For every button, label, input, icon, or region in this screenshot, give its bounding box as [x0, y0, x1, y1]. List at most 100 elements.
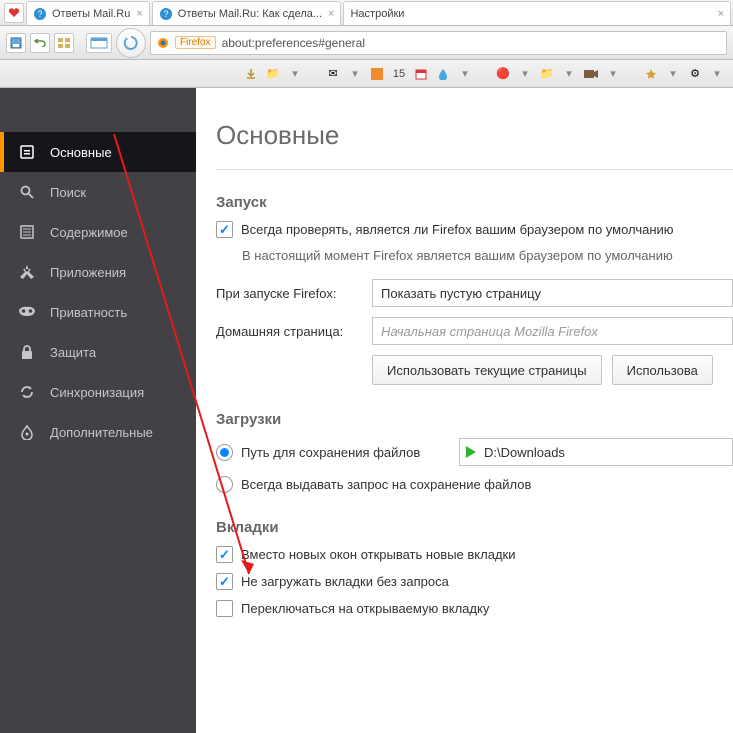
- field-label: При запуске Firefox:: [216, 286, 364, 301]
- homepage-input[interactable]: Начальная страница Mozilla Firefox: [372, 317, 733, 345]
- browser-tab[interactable]: ? Ответы Mail.Ru: Как сдела... ×: [152, 1, 342, 25]
- mail-ru-icon: ?: [33, 7, 47, 21]
- address-bar[interactable]: Firefox about:preferences#general: [150, 31, 727, 55]
- section-heading: Вкладки: [216, 519, 733, 536]
- browser-tab[interactable]: ? Ответы Mail.Ru ×: [26, 1, 150, 25]
- section-tabs: Вкладки Вместо новых окон открывать новы…: [216, 519, 733, 617]
- checkbox-label: Вместо новых окон открывать новые вкладк…: [241, 547, 516, 562]
- chevron-down-icon[interactable]: ▾: [347, 66, 363, 82]
- window-icon: [90, 37, 108, 49]
- download-path-value: D:\Downloads: [484, 445, 565, 460]
- input-placeholder: Начальная страница Mozilla Firefox: [381, 324, 598, 339]
- sidebar-item-advanced[interactable]: Дополнительные: [0, 412, 196, 452]
- star-icon[interactable]: [643, 66, 659, 82]
- preferences-main: Основные Запуск Всегда проверять, являет…: [196, 88, 733, 733]
- radio-always-ask[interactable]: [216, 476, 233, 493]
- sidebar-item-security[interactable]: Защита: [0, 332, 196, 372]
- red-dot-icon[interactable]: 🔴: [495, 66, 511, 82]
- svg-text:?: ?: [37, 9, 42, 19]
- section-heading: Загрузки: [216, 411, 733, 428]
- chevron-down-icon[interactable]: ▾: [457, 66, 473, 82]
- play-icon: [466, 446, 476, 458]
- section-downloads: Загрузки Путь для сохранения файлов D:\D…: [216, 411, 733, 493]
- checkbox-default-browser[interactable]: [216, 221, 233, 238]
- checkbox-dont-load[interactable]: [216, 573, 233, 590]
- search-icon: [18, 183, 36, 201]
- sidebar-item-label: Основные: [50, 145, 112, 160]
- section-heading: Запуск: [216, 194, 733, 211]
- reload-icon: [123, 35, 139, 51]
- sidebar-item-content[interactable]: Содержимое: [0, 212, 196, 252]
- mail-icon[interactable]: ✉: [325, 66, 341, 82]
- folder-icon[interactable]: 📁: [265, 66, 281, 82]
- radio-save-to-path[interactable]: [216, 444, 233, 461]
- use-current-pages-button[interactable]: Использовать текущие страницы: [372, 355, 602, 385]
- checkbox-open-new-tabs[interactable]: [216, 546, 233, 563]
- sidebar-item-applications[interactable]: Приложения: [0, 252, 196, 292]
- sidebar-item-label: Содержимое: [50, 225, 128, 240]
- use-bookmark-button[interactable]: Использова: [612, 355, 713, 385]
- gear-icon[interactable]: ⚙: [687, 66, 703, 82]
- button-label: Использова: [627, 363, 698, 378]
- sidebar-item-label: Поиск: [50, 185, 86, 200]
- sidebar-item-label: Синхронизация: [50, 385, 144, 400]
- close-icon[interactable]: ×: [328, 8, 334, 20]
- close-icon[interactable]: ×: [718, 8, 724, 20]
- sync-icon: [18, 383, 36, 401]
- calendar-icon[interactable]: [413, 66, 429, 82]
- reload-button[interactable]: [116, 28, 146, 58]
- save-button[interactable]: [6, 33, 26, 53]
- address-url: about:preferences#general: [222, 36, 720, 50]
- preferences-sidebar: Основные Поиск Содержимое Приложения При…: [0, 88, 196, 733]
- sidebar-item-label: Защита: [50, 345, 96, 360]
- browser-tab-active[interactable]: Настройки ×: [343, 1, 731, 25]
- sidebar-item-privacy[interactable]: Приватность: [0, 292, 196, 332]
- tab-label: Настройки: [350, 8, 404, 20]
- chevron-down-icon[interactable]: ▾: [561, 66, 577, 82]
- privacy-icon: [18, 303, 36, 321]
- button-label: Использовать текущие страницы: [387, 363, 587, 378]
- sidebar-item-label: Приватность: [50, 305, 127, 320]
- undo-icon: [34, 39, 46, 47]
- chevron-down-icon[interactable]: ▾: [709, 66, 725, 82]
- chevron-down-icon[interactable]: ▾: [665, 66, 681, 82]
- window-favicon: [4, 3, 24, 23]
- sidebar-item-label: Приложения: [50, 265, 126, 280]
- sidebar-item-sync[interactable]: Синхронизация: [0, 372, 196, 412]
- svg-text:?: ?: [163, 9, 168, 19]
- gallery-button[interactable]: [54, 33, 74, 53]
- checkbox-label: Всегда проверять, является ли Firefox ва…: [241, 222, 674, 237]
- camera-icon[interactable]: [583, 66, 599, 82]
- radio-label: Всегда выдавать запрос на сохранение фай…: [241, 477, 531, 492]
- heart-icon: [8, 7, 20, 19]
- sidebar-item-general[interactable]: Основные: [0, 132, 196, 172]
- advanced-icon: [18, 423, 36, 441]
- tab-button[interactable]: [86, 33, 112, 53]
- undo-button[interactable]: [30, 33, 50, 53]
- folder-icon[interactable]: 📁: [539, 66, 555, 82]
- browser-navbar: Firefox about:preferences#general: [0, 26, 733, 60]
- chevron-down-icon[interactable]: ▾: [605, 66, 621, 82]
- drop-icon[interactable]: [435, 66, 451, 82]
- firefox-icon: [157, 37, 169, 49]
- download-path-field[interactable]: D:\Downloads: [459, 438, 733, 466]
- chevron-down-icon[interactable]: ▾: [287, 66, 303, 82]
- startup-action-select[interactable]: Показать пустую страницу: [372, 279, 733, 307]
- content-icon: [18, 223, 36, 241]
- mail-ru-icon: ?: [159, 7, 173, 21]
- select-value: Показать пустую страницу: [381, 286, 541, 301]
- orange-square-icon[interactable]: [369, 66, 385, 82]
- counter-badge: 15: [391, 66, 407, 82]
- checkbox-label: Не загружать вкладки без запроса: [241, 574, 449, 589]
- radio-label: Путь для сохранения файлов: [241, 445, 451, 460]
- checkbox-switch-to[interactable]: [216, 600, 233, 617]
- checkbox-label: Переключаться на открываемую вкладку: [241, 601, 489, 616]
- download-icon[interactable]: [243, 66, 259, 82]
- lock-icon: [18, 343, 36, 361]
- chevron-down-icon[interactable]: ▾: [517, 66, 533, 82]
- sidebar-item-search[interactable]: Поиск: [0, 172, 196, 212]
- default-browser-status: В настоящий момент Firefox является ваши…: [242, 248, 733, 263]
- tab-label: Ответы Mail.Ru: [52, 8, 130, 20]
- field-label: Домашняя страница:: [216, 324, 364, 339]
- close-icon[interactable]: ×: [136, 8, 142, 20]
